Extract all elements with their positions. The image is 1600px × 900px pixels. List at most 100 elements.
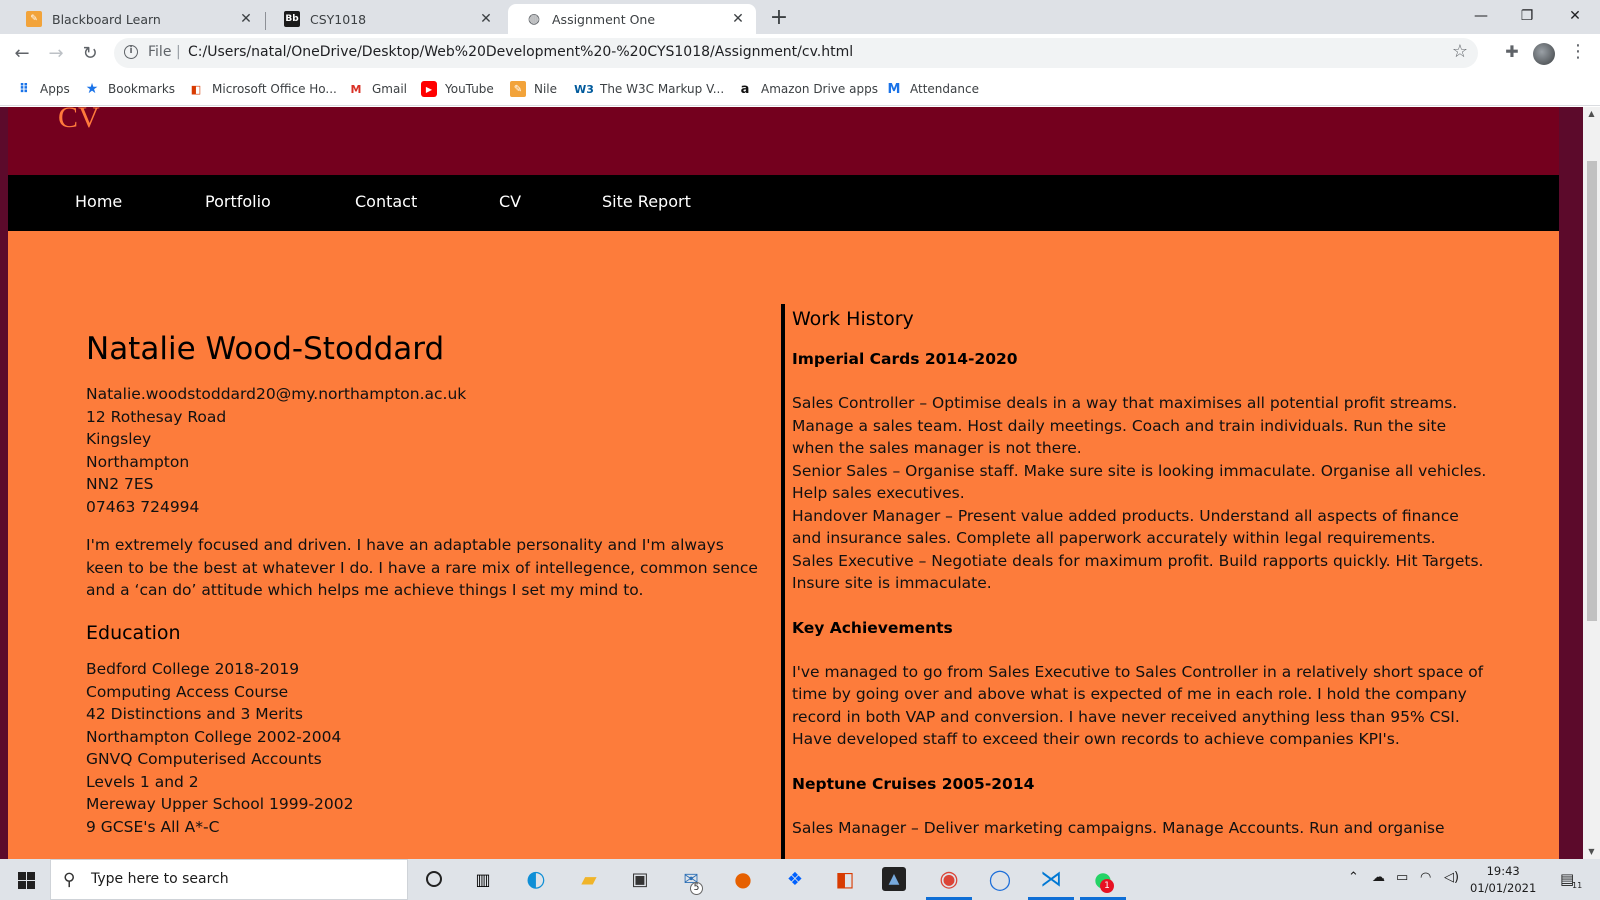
w3c-icon: W3	[574, 82, 594, 96]
bookmark-youtube[interactable]: ▶ YouTube	[421, 80, 494, 98]
bookmark-label: Gmail	[372, 82, 408, 96]
cv-left-column: Natalie Wood-Stoddard Natalie.woodstodda…	[86, 329, 776, 838]
nav-portfolio[interactable]: Portfolio	[205, 192, 271, 211]
store-icon[interactable]: ▣	[625, 864, 655, 894]
close-window-button[interactable]: ✕	[1552, 0, 1598, 32]
notification-count: 11	[1572, 881, 1583, 890]
nav-cv[interactable]: CV	[499, 192, 521, 211]
restore-button[interactable]: ❐	[1504, 0, 1550, 32]
tab-blackboard-learn[interactable]: ✎ Blackboard Learn ✕	[8, 4, 264, 34]
role-line: Sales Controller – Optimise deals in a w…	[792, 394, 1458, 457]
bookmark-label: Nile	[534, 82, 558, 96]
nav-site-report[interactable]: Site Report	[602, 192, 691, 211]
forward-icon[interactable]: →	[42, 40, 70, 68]
extensions-icon[interactable]: ✚	[1500, 40, 1524, 64]
back-icon[interactable]: ←	[8, 40, 36, 68]
acer-app-icon[interactable]: ▲	[882, 867, 906, 891]
url-divider: |	[176, 44, 181, 60]
bookmark-w3c[interactable]: W3 The W3C Markup V...	[574, 80, 725, 98]
scrollbar-thumb[interactable]	[1587, 161, 1597, 621]
site-header: CV	[8, 107, 1559, 175]
scroll-down-icon[interactable]: ▼	[1583, 845, 1600, 859]
chat-bubble-icon[interactable]: ◯	[985, 864, 1015, 894]
nav-contact[interactable]: Contact	[355, 192, 417, 211]
windows-taskbar: ⚲ Type here to search ▥ ◐ ▰ ▣ ✉ 5 ● ❖ ◧ …	[0, 859, 1600, 900]
education-line: Northampton College 2002-2004	[86, 727, 342, 746]
chevron-up-icon[interactable]: ⌃	[1348, 870, 1359, 885]
reload-icon[interactable]: ↻	[76, 40, 104, 68]
browser-toolbar: ← → ↻ i File | C:/Users/natal/OneDrive/D…	[0, 34, 1600, 72]
vertical-scrollbar[interactable]: ▲ ▼	[1583, 107, 1600, 859]
wifi-icon[interactable]: ◠	[1420, 870, 1431, 885]
close-icon[interactable]: ✕	[730, 11, 746, 27]
page-container: CV Home Portfolio Contact CV Site Report…	[8, 107, 1559, 859]
bookmark-star-icon[interactable]: ☆	[1452, 41, 1468, 62]
info-icon[interactable]: i	[124, 45, 138, 59]
mail-badge: 5	[690, 882, 703, 895]
education-line: Mereway Upper School 1999-2002	[86, 795, 354, 813]
site-nav: Home Portfolio Contact CV Site Report	[8, 175, 1559, 231]
minimize-button[interactable]: —	[1458, 0, 1504, 32]
bookmark-label: YouTube	[445, 82, 494, 96]
battery-icon[interactable]: ▭	[1396, 870, 1408, 885]
key-achievements-heading: Key Achievements	[792, 618, 953, 637]
clock-time: 19:43	[1486, 864, 1520, 878]
windows-start-icon[interactable]	[8, 865, 40, 895]
cv-right-column: Work History Imperial Cards 2014-2020 Sa…	[792, 304, 1492, 839]
work-history-heading: Work History	[792, 308, 914, 330]
bookmark-microsoft-office[interactable]: ◧ Microsoft Office Ho...	[188, 80, 337, 98]
education-line: GNVQ Computerised Accounts	[86, 750, 322, 768]
chrome-icon[interactable]: ◉	[934, 864, 964, 894]
taskbar-clock[interactable]: 19:43 01/01/2021	[1470, 863, 1536, 897]
dropbox-icon[interactable]: ❖	[780, 864, 810, 894]
bookmark-amazon-drive[interactable]: a Amazon Drive apps	[737, 80, 878, 98]
bookmark-nile[interactable]: ✎ Nile	[510, 80, 557, 98]
column-divider	[781, 304, 785, 859]
vscode-icon[interactable]: ⋊	[1036, 864, 1066, 894]
education-list: Bedford College 2018-2019 Computing Acce…	[86, 658, 776, 838]
nile-icon: ✎	[510, 81, 526, 97]
url-text[interactable]: C:/Users/natal/OneDrive/Desktop/Web%20De…	[188, 44, 853, 60]
close-icon[interactable]: ✕	[238, 11, 254, 27]
firefox-icon[interactable]: ●	[728, 864, 758, 894]
close-icon[interactable]: ✕	[478, 11, 494, 27]
edge-icon[interactable]: ◐	[521, 864, 551, 894]
bookmark-gmail[interactable]: M Gmail	[348, 80, 408, 98]
file-explorer-icon[interactable]: ▰	[574, 864, 604, 894]
globe-favicon: ◍	[527, 11, 541, 27]
education-line: Levels 1 and 2	[86, 772, 199, 791]
nav-home[interactable]: Home	[75, 192, 122, 211]
cortana-icon[interactable]	[419, 864, 449, 894]
volume-icon[interactable]: ◁)	[1444, 870, 1459, 885]
cv-content: Natalie Wood-Stoddard Natalie.woodstodda…	[8, 231, 1559, 859]
site-logo: CV	[58, 107, 100, 134]
profile-avatar[interactable]	[1533, 43, 1555, 65]
menu-icon[interactable]: ⋮	[1566, 40, 1590, 64]
tab-title: Assignment One	[552, 11, 656, 27]
scroll-up-icon[interactable]: ▲	[1583, 107, 1600, 121]
taskbar-search[interactable]: ⚲ Type here to search	[50, 859, 408, 900]
address-bar[interactable]: i File | C:/Users/natal/OneDrive/Desktop…	[114, 38, 1478, 68]
email-text: Natalie.woodstoddard20@my.northampton.ac…	[86, 385, 467, 403]
bookmark-label: Apps	[40, 82, 70, 96]
gmail-icon: M	[350, 82, 362, 96]
youtube-icon: ▶	[421, 81, 437, 97]
bookmark-label: The W3C Markup V...	[600, 82, 725, 96]
job-title: Neptune Cruises 2005-2014	[792, 774, 1035, 793]
bookmark-bookmarks[interactable]: ★ Bookmarks	[84, 80, 175, 98]
task-view-icon[interactable]: ▥	[468, 864, 498, 894]
clock-date: 01/01/2021	[1470, 881, 1537, 895]
new-tab-button[interactable]: +	[766, 6, 792, 32]
office-taskbar-icon[interactable]: ◧	[830, 864, 860, 894]
bookmarks-bar: ⠿ Apps ★ Bookmarks ◧ Microsoft Office Ho…	[0, 72, 1600, 106]
tab-assignment-one[interactable]: ◍ Assignment One ✕	[508, 4, 756, 34]
search-icon: ⚲	[63, 870, 76, 890]
tab-csy1018[interactable]: Bb CSY1018 ✕	[266, 4, 504, 34]
bookmark-attendance[interactable]: M Attendance	[886, 80, 979, 98]
role-line: Handover Manager – Present value added p…	[792, 506, 1459, 548]
bookmark-apps[interactable]: ⠿ Apps	[16, 80, 70, 98]
office-icon: ◧	[190, 82, 202, 96]
job-description: Sales Manager – Deliver marketing campai…	[792, 818, 1445, 837]
onedrive-icon[interactable]: ☁	[1372, 870, 1385, 885]
attendance-icon: M	[887, 81, 901, 97]
